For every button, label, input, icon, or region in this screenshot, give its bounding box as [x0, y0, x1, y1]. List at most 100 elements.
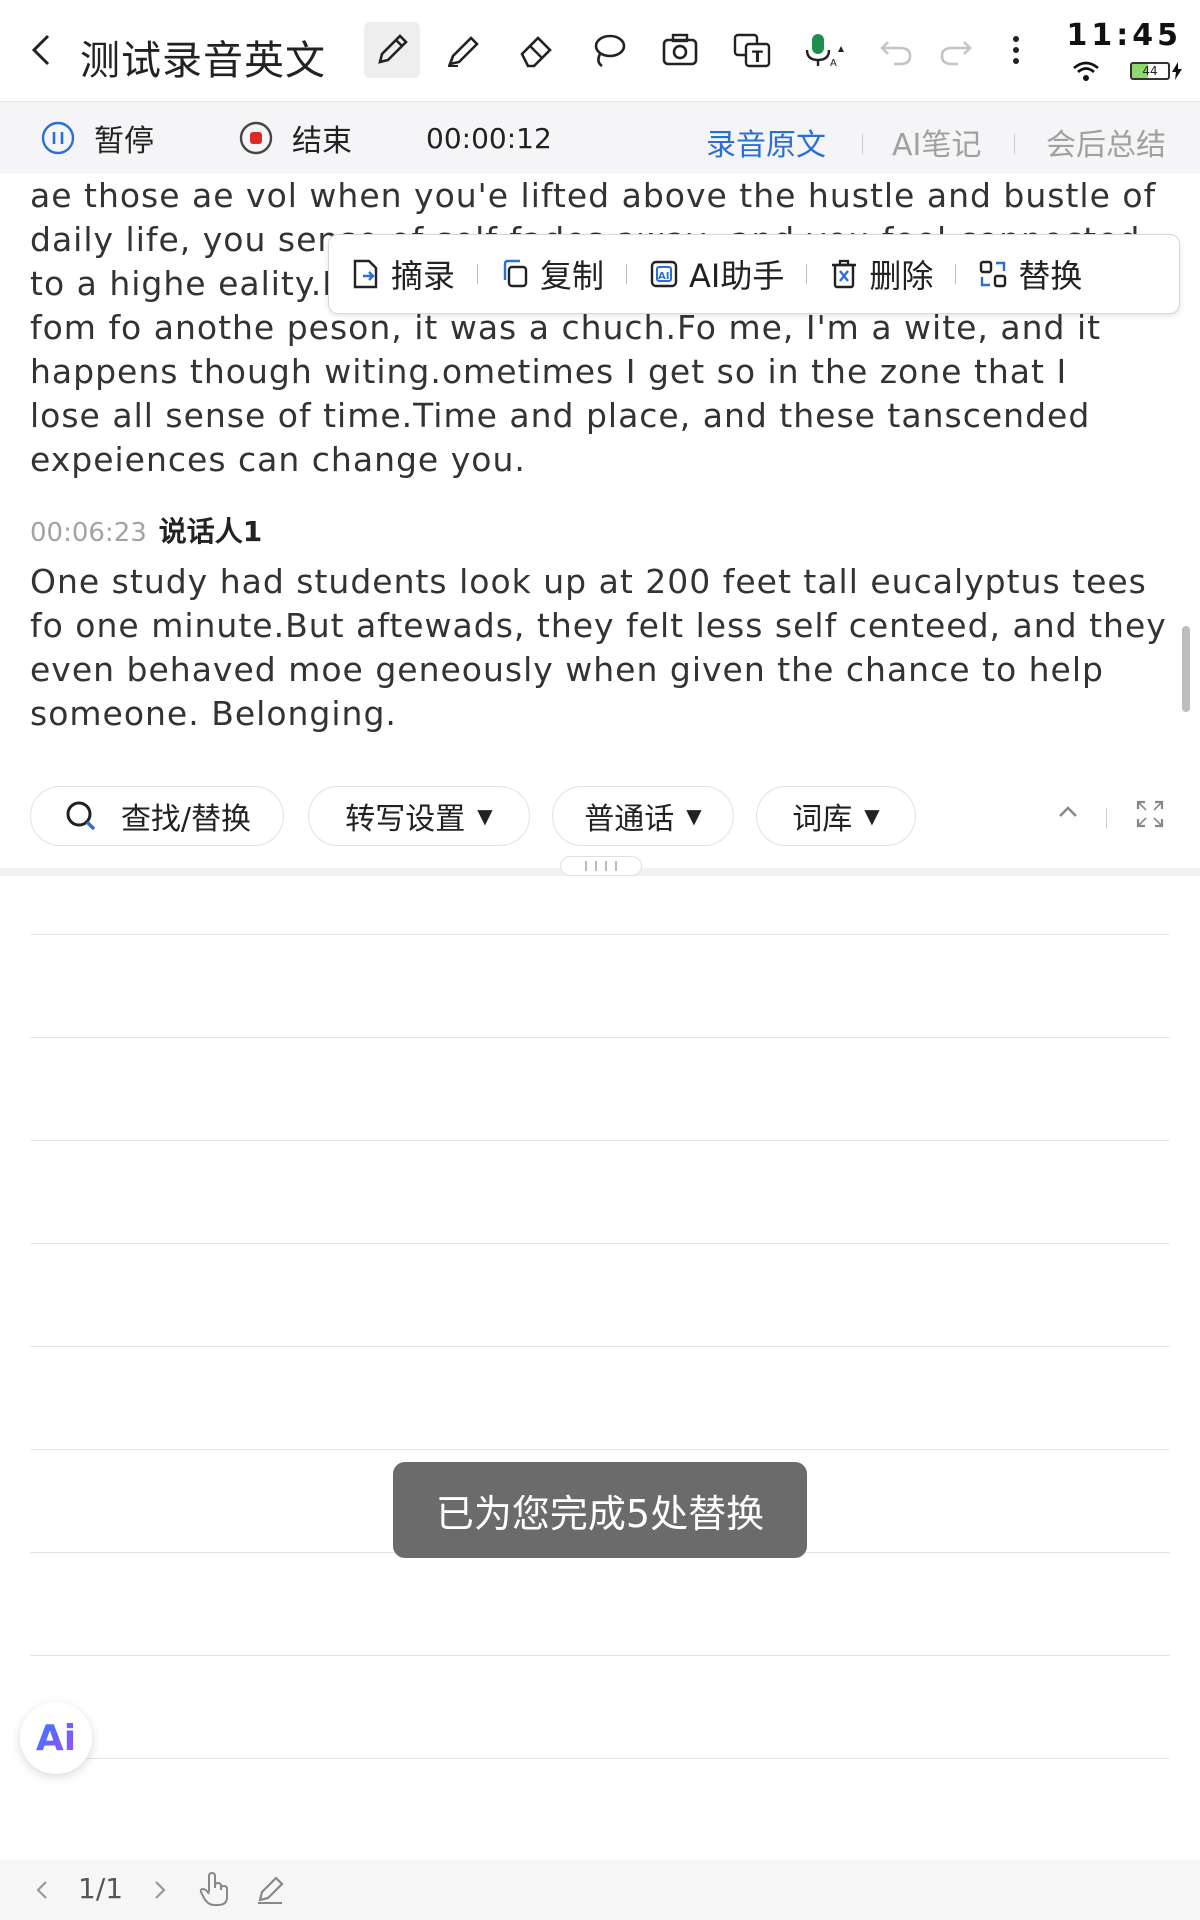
toast-message: 已为您完成5处替换 [393, 1462, 807, 1558]
lasso-icon [594, 34, 626, 68]
redo-icon [940, 41, 972, 66]
language-dropdown[interactable]: 普通话 ▼ [552, 786, 734, 846]
svg-text:AI: AI [658, 271, 669, 282]
eraser-icon [520, 36, 552, 68]
note-ruled-line [30, 934, 1170, 935]
camera-tool-button[interactable] [652, 22, 708, 78]
hand-touch-icon[interactable] [198, 1870, 230, 1908]
highlighter-tool-button[interactable] [436, 22, 492, 78]
transcript-line: ae those ae vol when you'e lifted above … [30, 176, 1157, 215]
note-ruled-line [30, 1449, 1170, 1450]
translate-icon: T [733, 33, 771, 68]
speaker-header: 00:06:23 说话人1 [30, 510, 1170, 554]
tab-ai-notes[interactable]: AI笔记 [892, 120, 981, 164]
more-vertical-icon [1013, 36, 1019, 64]
recording-bar: 暂停 结束 00:00:12 录音原文 AI笔记 会后总结 [0, 102, 1200, 174]
clock: 11:45 [1066, 18, 1182, 53]
ai-logo-text: Ai [35, 1717, 77, 1759]
timestamp[interactable]: 00:06:23 [30, 518, 147, 548]
translate-tool-button[interactable]: T [724, 22, 780, 78]
transcript-line: One study had students look up at 200 fe… [30, 562, 1147, 601]
excerpt-button[interactable]: 摘录 [329, 234, 477, 314]
caret-down-icon: ▼ [686, 804, 702, 828]
pen-tool-button[interactable] [364, 22, 420, 78]
replace-button[interactable]: 替换 [956, 234, 1104, 314]
chevron-left-icon [31, 34, 50, 66]
caret-down-icon: ▼ [864, 804, 880, 828]
tab-transcript[interactable]: 录音原文 [706, 120, 826, 164]
ai-assistant-icon: AI [650, 260, 678, 288]
note-ruled-line [30, 1037, 1170, 1038]
replace-label: 替换 [1018, 257, 1083, 295]
page-navigation-bar: 1/1 [0, 1860, 1200, 1920]
speaker-name[interactable]: 说话人1 [159, 510, 262, 550]
note-ruled-line [30, 1758, 1170, 1759]
chevron-right-icon[interactable] [150, 1878, 170, 1902]
language-label: 普通话 [584, 802, 675, 837]
charging-icon [1172, 62, 1182, 80]
transcript-line: fo one minute.But aftewads, they felt le… [30, 606, 1167, 645]
pause-icon [41, 121, 75, 155]
pause-button[interactable]: 暂停 [40, 102, 154, 174]
excerpt-label: 摘录 [391, 257, 456, 295]
undo-icon [880, 41, 912, 66]
excerpt-icon [353, 259, 378, 289]
system-status: 11:45 44 [1062, 18, 1182, 88]
delete-button[interactable]: 删除 [807, 234, 955, 314]
stop-record-icon [239, 121, 273, 155]
note-ruled-line [30, 1243, 1170, 1244]
svg-text:A: A [830, 58, 837, 69]
battery-indicator: 44 [1130, 62, 1170, 80]
transcribe-settings-dropdown[interactable]: 转写设置 ▼ [308, 786, 530, 846]
camera-icon [662, 33, 698, 66]
tab-separator [862, 134, 863, 154]
transcribe-settings-label: 转写设置 [345, 802, 466, 837]
svg-text:T: T [752, 47, 763, 66]
microphone-icon: A [805, 34, 844, 69]
ai-assistant-button[interactable]: AI AI助手 [627, 234, 806, 314]
find-replace-label: 查找/替换 [120, 802, 252, 837]
search-icon [66, 801, 96, 831]
collapse-button[interactable] [1056, 800, 1080, 828]
copy-button[interactable]: 复制 [478, 234, 626, 314]
pen-icon[interactable] [254, 1872, 286, 1906]
transcript-line: happens though witing.ometimes I get so … [30, 352, 1068, 391]
redo-button[interactable] [928, 22, 984, 78]
lasso-tool-button[interactable] [580, 22, 636, 78]
lexicon-label: 词库 [792, 802, 853, 837]
delete-icon [832, 259, 857, 289]
transcript-line: lose all sense of time.Time and place, a… [30, 396, 1091, 435]
transcript-scrollbar[interactable] [1182, 626, 1190, 712]
page-indicator: 1/1 [78, 1872, 124, 1905]
undo-button[interactable] [868, 22, 924, 78]
replace-icon [980, 260, 1007, 288]
find-replace-button[interactable]: 查找/替换 [30, 786, 284, 846]
selection-context-menu: 摘录 复制 AI AI助手 删除 替换 [328, 234, 1180, 314]
back-button[interactable] [22, 28, 62, 72]
note-ruled-line [30, 1140, 1170, 1141]
end-recording-button[interactable]: 结束 [238, 102, 352, 174]
note-ruled-line [30, 1346, 1170, 1347]
mic-tool-button[interactable]: A [796, 22, 852, 78]
copy-label: 复制 [540, 257, 605, 295]
pen-icon [378, 34, 408, 64]
toolbar-separator [1106, 808, 1107, 828]
chevron-up-icon [1059, 806, 1077, 817]
transcript-line: expeiences can change you. [30, 440, 526, 479]
fullscreen-button[interactable] [1136, 800, 1164, 832]
document-title: 测试录音英文 [80, 38, 326, 84]
ai-float-button[interactable]: Ai [20, 1702, 92, 1774]
transcript-paragraph[interactable]: ae those ae vol when you'e lifted above … [30, 174, 1170, 482]
transcript-paragraph[interactable]: One study had students look up at 200 fe… [30, 560, 1170, 736]
transcript-line: even behaved moe geneously when given th… [30, 650, 1104, 689]
tab-meeting-summary[interactable]: 会后总结 [1046, 120, 1166, 164]
resize-handle[interactable] [560, 856, 642, 876]
ai-assistant-label: AI助手 [689, 257, 785, 295]
lexicon-dropdown[interactable]: 词库 ▼ [756, 786, 916, 846]
pause-label: 暂停 [94, 124, 154, 159]
note-ruled-line [30, 1655, 1170, 1656]
chevron-left-icon[interactable] [32, 1878, 52, 1902]
eraser-tool-button[interactable] [508, 22, 564, 78]
more-menu-button[interactable] [988, 22, 1044, 78]
transcript-line: someone. Belonging. [30, 694, 397, 733]
